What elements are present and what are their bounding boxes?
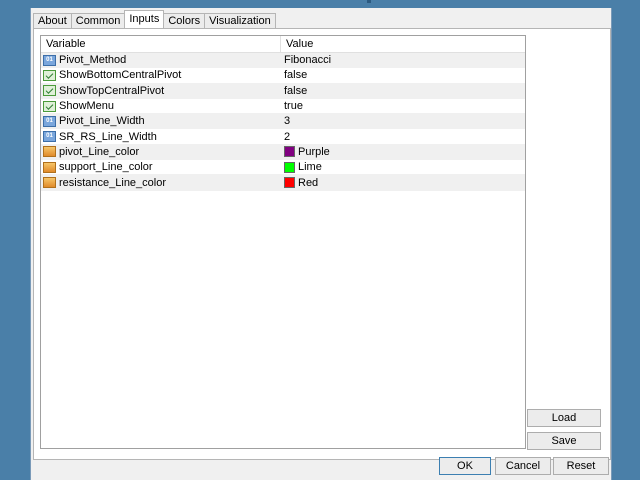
tab-colors[interactable]: Colors: [163, 13, 206, 28]
variable-name: Pivot_Method: [59, 54, 127, 67]
table-row[interactable]: 01 Pivot_Method Fibonacci: [41, 53, 525, 69]
table-row[interactable]: ShowBottomCentralPivot false: [41, 68, 525, 84]
value-cell[interactable]: 2: [281, 129, 525, 143]
boolean-param-icon: [43, 69, 56, 81]
variable-cell: ShowMenu: [41, 99, 281, 113]
value-cell[interactable]: false: [281, 84, 525, 98]
tab-inputs[interactable]: Inputs: [124, 10, 165, 28]
variable-name: Pivot_Line_Width: [59, 115, 145, 128]
value-cell[interactable]: Lime: [281, 160, 525, 174]
variable-name: ShowBottomCentralPivot: [59, 69, 182, 82]
table-row[interactable]: 01 Pivot_Line_Width 3: [41, 114, 525, 130]
title-fragment: [367, 0, 371, 3]
value-cell[interactable]: true: [281, 99, 525, 113]
variable-cell: ShowBottomCentralPivot: [41, 68, 281, 82]
variable-value: Red: [298, 176, 319, 189]
table-row[interactable]: ShowMenu true: [41, 99, 525, 115]
color-swatch: [284, 146, 295, 158]
window-titlebar: [0, 0, 640, 8]
variable-value: false: [284, 84, 308, 97]
column-header-variable[interactable]: Variable: [41, 36, 281, 52]
variable-name: pivot_Line_color: [59, 145, 140, 158]
tab-common[interactable]: Common: [70, 13, 126, 28]
load-button[interactable]: Load: [527, 409, 601, 427]
variable-name: ShowTopCentralPivot: [59, 84, 165, 97]
save-button[interactable]: Save: [527, 432, 601, 450]
table-row[interactable]: resistance_Line_color Red: [41, 175, 525, 191]
value-cell[interactable]: Red: [281, 175, 525, 189]
properties-dialog: About Common Inputs Colors Visualization…: [30, 8, 612, 480]
inputs-panel: Variable Value 01 Pivot_Method Fibonacci Sh…: [33, 28, 611, 460]
color-param-icon: [43, 146, 56, 158]
variable-value: 3: [284, 115, 291, 128]
variable-cell: support_Line_color: [41, 160, 281, 174]
variable-name: resistance_Line_color: [59, 176, 167, 189]
variable-value: 2: [284, 130, 291, 143]
tab-visualization[interactable]: Visualization: [204, 13, 276, 28]
tab-strip: About Common Inputs Colors Visualization: [33, 10, 276, 28]
color-param-icon: [43, 161, 56, 173]
table-row[interactable]: support_Line_color Lime: [41, 160, 525, 176]
variable-name: support_Line_color: [59, 161, 153, 174]
numeric-param-icon: 01: [43, 54, 56, 66]
variable-value: false: [284, 69, 308, 82]
variable-value: Lime: [298, 161, 322, 174]
inputs-table: Variable Value 01 Pivot_Method Fibonacci Sh…: [40, 35, 526, 449]
variable-cell: 01 Pivot_Line_Width: [41, 114, 281, 128]
variable-value: true: [284, 100, 303, 113]
color-swatch: [284, 161, 295, 173]
numeric-param-icon: 01: [43, 131, 56, 143]
column-header-value[interactable]: Value: [281, 36, 313, 52]
tab-about[interactable]: About: [33, 13, 72, 28]
ok-button[interactable]: OK: [439, 457, 491, 475]
reset-button[interactable]: Reset: [553, 457, 609, 475]
variable-name: ShowMenu: [59, 100, 115, 113]
boolean-param-icon: [43, 100, 56, 112]
variable-cell: resistance_Line_color: [41, 175, 281, 189]
value-cell[interactable]: Fibonacci: [281, 53, 525, 67]
value-cell[interactable]: Purple: [281, 145, 525, 159]
numeric-param-icon: 01: [43, 115, 56, 127]
table-header: Variable Value: [41, 36, 525, 53]
variable-cell: 01 SR_RS_Line_Width: [41, 129, 281, 143]
variable-name: SR_RS_Line_Width: [59, 130, 157, 143]
variable-cell: 01 Pivot_Method: [41, 53, 281, 67]
table-row[interactable]: pivot_Line_color Purple: [41, 144, 525, 161]
variable-cell: ShowTopCentralPivot: [41, 84, 281, 98]
value-cell[interactable]: 3: [281, 114, 525, 128]
color-swatch: [284, 177, 295, 189]
variable-value: Fibonacci: [284, 54, 332, 67]
variable-cell: pivot_Line_color: [41, 145, 281, 159]
color-param-icon: [43, 177, 56, 189]
table-row[interactable]: ShowTopCentralPivot false: [41, 83, 525, 99]
variable-value: Purple: [298, 145, 330, 158]
table-body: 01 Pivot_Method Fibonacci ShowBottomCentral…: [41, 53, 525, 191]
boolean-param-icon: [43, 85, 56, 97]
value-cell[interactable]: false: [281, 68, 525, 82]
cancel-button[interactable]: Cancel: [495, 457, 551, 475]
table-row[interactable]: 01 SR_RS_Line_Width 2: [41, 129, 525, 145]
